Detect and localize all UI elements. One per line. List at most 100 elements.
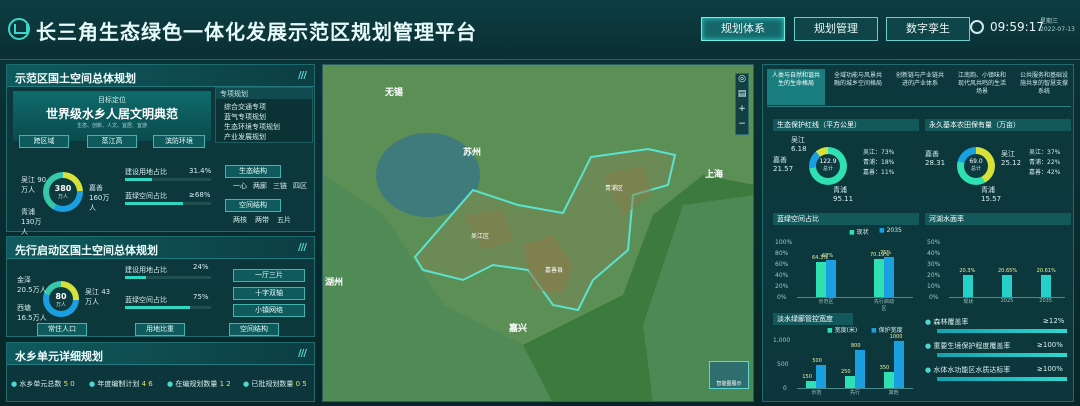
clock-date: 星期三 2022-07-13 [1040, 18, 1075, 34]
coverage-label: 重要生境保护程度覆盖率 [933, 342, 1011, 350]
special-item[interactable]: 产业发展规划 [224, 132, 266, 142]
bar [806, 380, 817, 388]
card-title: 蓝绿空间占比 [773, 213, 919, 225]
page-title: 长三角生态绿色一体化发展示范区规划管理平台 [36, 20, 477, 44]
zoom-out-icon[interactable]: − [736, 119, 748, 134]
redline-donut: 122.9 总计 [809, 147, 847, 185]
map-thumbnail[interactable]: 智能图展示 [709, 361, 749, 389]
tab-planning-system[interactable]: 规划体系 [701, 17, 785, 41]
redline-label: 嘉善 21.57 [773, 156, 794, 173]
donut-label-wujiang: 吴江 43万人 [85, 288, 111, 306]
bar [816, 262, 826, 297]
ratio-bar-track [125, 202, 211, 205]
ratio-label: 建设用地占比 [125, 168, 167, 176]
ratio-bar-fill [125, 178, 152, 181]
legend-swatch: ■ [871, 327, 877, 334]
tab-planning-management[interactable]: 规划管理 [794, 17, 878, 41]
unit-stat: ● 在编规划数量 1 2 [167, 379, 231, 389]
btn-space-structure-2[interactable]: 空间结构 [229, 323, 279, 336]
farmland-label: 吴江 25.12 [1001, 150, 1022, 167]
legend-label: 2035 [886, 227, 902, 234]
special-item[interactable]: 综合交通专项 [224, 102, 266, 112]
btn-xiaozhen-wangluo[interactable]: 小镇网络 [233, 304, 305, 317]
btn-resident-population[interactable]: 常住人口 [37, 323, 87, 336]
panel-water-units: 水乡单元详细规划 /// ● 水乡单元总数 5 0 ● 年度编制计划 4 6 ● … [6, 342, 315, 402]
redline-label: 青浦 95.11 [833, 186, 854, 203]
card-corridor-width: 淡水绿廊管控宽度 ■ 宽度(米) ■ 保护宽度 1,000 500 0 150 5… [773, 313, 919, 399]
coverage-row: ● 森林覆盖率 [925, 317, 968, 327]
x-tick: 先行 [849, 390, 860, 396]
card-eco-redline: 生态保护红线（平方公里） 122.9 总计 吴江 6.18 嘉善 21.57 青浦… [773, 119, 919, 205]
population-donut: 380 万人 [43, 172, 83, 212]
btn-eco-structure[interactable]: 生态结构 [225, 165, 281, 178]
space-item: 五片 [277, 216, 291, 224]
stripes-icon: /// [298, 348, 307, 359]
water-surface-plot: 20.3% 现状 20.65% 2025 20.61% 2035 [949, 243, 1065, 305]
card-title: 河湖水面率 [925, 213, 1071, 225]
compass-icon[interactable]: ◎ [736, 74, 748, 89]
special-item[interactable]: 蓝气专项规划 [224, 112, 266, 122]
donut-value: 80 [55, 292, 67, 301]
btn-shizi-shuangzhou[interactable]: 十字双轴 [233, 287, 305, 300]
x-tick: 其他 [888, 390, 899, 396]
bar [874, 259, 884, 297]
map-canvas [323, 65, 753, 401]
theme-tab-industry[interactable]: 创新链与产业链共进的产业体系 [891, 69, 949, 105]
legend-item: 吴江：73% [863, 149, 895, 156]
btn-zhengjiang[interactable]: 蒸江高 [87, 135, 137, 148]
map-label-huzhou: 湖州 [325, 278, 344, 288]
unit-stat-value: 4 6 [141, 380, 153, 388]
map-view[interactable]: 无锡 苏州 上海 湖州 嘉兴 吴江区 嘉善县 青浦区 ◎ ▤ + − 智能图展示 [322, 64, 754, 402]
x-tick: 2035 [1039, 298, 1053, 304]
bar-value-label: 500 [812, 357, 822, 364]
card-water-surface: 河湖水面率 50% 40% 30% 20% 10% 0% 20.3% 现状 20.6… [925, 213, 1071, 305]
coverage-track [937, 353, 1067, 357]
coverage-track [937, 329, 1067, 333]
legend-2035: ■ 2035 [879, 227, 902, 234]
bar [884, 256, 894, 297]
unit-stat-value: 5 0 [63, 380, 75, 388]
ratio-bar-track [125, 306, 211, 309]
unit-icon: ● [167, 380, 174, 388]
theme-tab-service[interactable]: 公共服务和基础设施共享的智慧支撑系统 [1015, 69, 1073, 105]
goal-text: 世界级水乡人居文明典范 [45, 107, 178, 121]
weekday: 星期三 [1040, 18, 1059, 25]
special-item[interactable]: 生态环境专项规划 [224, 122, 280, 132]
y-tick: 0% [777, 294, 787, 301]
ratio-value: 31.4% [189, 167, 212, 175]
legend-now: ■ 现状 [849, 227, 869, 236]
y-tick: 0% [929, 294, 939, 301]
home-icon[interactable] [8, 18, 30, 40]
theme-tab-space[interactable]: 全域功能与风景共融的城乡空间格局 [829, 69, 887, 105]
coverage-value: ≥100% [1037, 365, 1063, 373]
goal-sub: 生态、创新、人文、宜居、宜游 [76, 123, 147, 129]
tab-digital-twin[interactable]: 数字孪生 [886, 17, 970, 41]
unit-stat-value: 0 5 [295, 380, 307, 388]
zoom-in-icon[interactable]: + [736, 104, 748, 119]
bar [826, 260, 836, 297]
map-label-qingpu: 青浦区 [605, 185, 624, 192]
donut-label-qingpu: 青浦 130万人 [21, 208, 42, 236]
bar [963, 275, 974, 297]
ratio-label: 建设用地占比 [125, 266, 167, 274]
legend-swatch: ■ [827, 327, 833, 334]
special-plans: 专项规划 综合交通专项 蓝气专项规划 生态环境专项规划 产业发展规划 [215, 87, 313, 143]
theme-tab-living[interactable]: 江南韵、小镇味和现代风共鸣的生活场景 [953, 69, 1011, 105]
theme-tab-life[interactable]: 人类与自然和谐共生的生命格局 [767, 69, 825, 105]
btn-yiting-sanpian[interactable]: 一厅三片 [233, 269, 305, 282]
x-tick: 先行启动区 [873, 299, 894, 312]
btn-space-structure[interactable]: 空间结构 [225, 199, 281, 212]
y-tick: 500 [777, 361, 789, 368]
ratio-bar-track [125, 178, 211, 181]
btn-land-ratio[interactable]: 用地比重 [135, 323, 185, 336]
btn-environment[interactable]: 滨防环境 [153, 135, 205, 148]
y-tick: 1,000 [773, 337, 791, 344]
layers-icon[interactable]: ▤ [736, 89, 748, 104]
unit-stat-value: 1 2 [219, 380, 231, 388]
coverage-fill [937, 329, 1067, 333]
ratio-bar-fill [125, 276, 146, 279]
btn-cross-region[interactable]: 跨区域 [19, 135, 69, 148]
donut-center: 122.9 总计 [816, 154, 840, 178]
legend-swatch: ■ [849, 229, 855, 236]
farmland-label: 嘉善 28.31 [925, 150, 946, 167]
